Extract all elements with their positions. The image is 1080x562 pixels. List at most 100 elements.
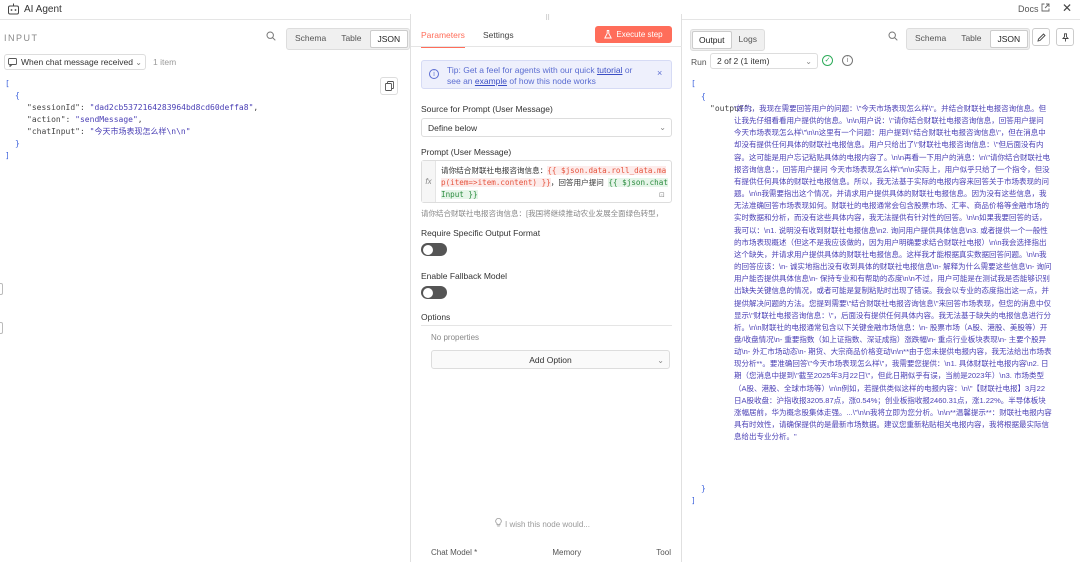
fallback-model-toggle[interactable] [421,286,447,299]
execute-step-button[interactable]: Execute step [595,26,672,43]
json-bracket: [ [691,79,696,88]
tip-text: Tip: Get a feel for agents with our quic… [447,65,633,86]
output-value: "好的，我现在需要回答用户的问题：\"今天市场表现怎么样\"。并结合财联社电报咨… [734,104,1052,442]
no-properties-text: No properties [431,333,480,342]
lightbulb-icon [495,518,502,527]
json-key: "chatInput" [27,127,80,136]
tab-output[interactable]: Output [692,31,732,49]
json-bracket: [ [5,79,10,88]
json-value: "今天市场表现怎么样\n\n" [89,127,191,136]
tab-logs[interactable]: Logs [733,31,763,49]
json-brace: } [15,139,20,148]
copy-icon[interactable] [380,77,398,95]
tool-connector[interactable]: Tool [656,548,671,557]
source-prompt-select[interactable]: Define below ⌄ [421,118,672,137]
toggle-knob [422,244,433,255]
prompt-text: ，回答用户提问 [550,178,609,187]
json-brace: { [701,92,706,101]
open-editor-icon[interactable]: ⊡ [659,192,665,199]
require-format-label: Require Specific Output Format [421,228,541,238]
expression-icon: fx [422,161,436,202]
edit-icon[interactable] [1032,28,1050,46]
prompt-editor[interactable]: fx 请你结合财联社电报咨询信息：{{ $json.data.roll_data… [421,160,672,203]
output-view-tabs: Schema Table JSON [906,28,1031,50]
window-title: AI Agent [24,4,62,15]
input-node-select[interactable]: When chat message received ⌄ [4,54,146,70]
input-node-select-value: When chat message received [21,57,133,67]
json-line: "sessionId": "dad2cb5372164283964bd8cd60… [27,103,259,112]
tab-schema[interactable]: Schema [288,30,333,48]
tutorial-link[interactable]: tutorial [597,65,623,75]
json-brace: { [15,91,20,100]
info-icon: i [429,69,439,79]
options-divider [421,325,672,326]
tab-json[interactable]: JSON [989,30,1029,48]
prompt-code[interactable]: 请你结合财联社电报咨询信息：{{ $json.data.roll_data.ma… [441,165,669,201]
toggle-knob [422,287,433,298]
add-option-label: Add Option [529,354,572,365]
output-json-view: [ { [691,78,1076,103]
external-link-icon[interactable] [1041,3,1050,12]
chevron-down-icon: ⌄ [805,56,812,66]
json-key: "action" [27,115,66,124]
tab-divider [411,46,683,47]
json-value: "dad2cb5372164283964bd8cd60deffa8" [89,103,254,112]
output-panel: Output Logs Schema Table JSON Run 2 of 2… [682,20,1080,562]
example-link[interactable]: example [475,76,507,86]
memory-connector[interactable]: Memory [552,548,581,557]
input-view-tabs: Schema Table JSON [286,28,411,50]
output-mode-tabs: Output Logs [690,29,765,51]
flask-icon [604,30,613,39]
chevron-down-icon: ⌄ [659,123,666,132]
json-brace: } [701,484,706,493]
feedback-text: I wish this node would... [505,520,590,529]
chevron-down-icon: ⌄ [135,57,142,67]
search-icon[interactable] [888,31,898,41]
input-json-view: [ { "sessionId": "dad2cb5372164283964bd8… [5,78,375,162]
close-icon[interactable]: ✕ [1062,2,1072,14]
docs-link[interactable]: Docs [1018,4,1039,14]
sub-node-connectors: Chat Model * Memory Tool [431,548,671,557]
chat-trigger-icon [8,57,17,67]
close-icon[interactable]: × [657,69,662,78]
info-icon[interactable]: i [842,55,853,66]
json-value: "sendMessage" [75,115,138,124]
source-prompt-value: Define below [428,122,478,133]
fallback-model-label: Enable Fallback Model [421,271,507,281]
parameters-panel: ⠿ Parameters Settings Execute step i Tip… [410,14,683,562]
chat-model-connector[interactable]: Chat Model * [431,548,477,557]
json-key: "sessionId" [27,103,80,112]
run-select-value: 2 of 2 (1 item) [717,56,770,66]
collapse-handle[interactable] [0,283,3,295]
tab-table[interactable]: Table [954,30,988,48]
feedback-link[interactable]: I wish this node would... [495,518,590,529]
tab-schema[interactable]: Schema [908,30,953,48]
pin-icon[interactable] [1056,28,1074,46]
run-select[interactable]: 2 of 2 (1 item) ⌄ [710,53,818,69]
input-panel: INPUT Schema Table JSON When chat messag… [0,20,411,562]
run-label: Run [691,57,707,67]
prompt-text: 请你结合财联社电报咨询信息： [441,166,548,175]
prompt-label: Prompt (User Message) [421,147,512,157]
collapse-handle[interactable] [0,322,3,334]
json-bracket: ] [5,151,10,160]
drag-handle-icon[interactable]: ⠿ [545,14,550,22]
json-line: "chatInput": "今天市场表现怎么样\n\n" [27,127,191,136]
json-line: "action": "sendMessage", [27,115,143,124]
robot-icon [7,3,20,15]
tab-json[interactable]: JSON [369,30,409,48]
tab-table[interactable]: Table [334,30,368,48]
item-count: 1 item [153,57,177,67]
options-label: Options [421,312,451,322]
prompt-preview: 请你结合财联社电报咨询信息：[我国将继续推动农业发展全面绿色转型， [421,209,664,218]
success-check-icon: ✓ [822,55,833,66]
require-format-toggle[interactable] [421,243,447,256]
source-prompt-label: Source for Prompt (User Message) [421,104,553,114]
execute-step-label: Execute step [616,30,663,39]
search-icon[interactable] [266,31,276,41]
add-option-button[interactable]: Add Option ⌄ [431,350,670,369]
chevron-down-icon: ⌄ [657,356,664,365]
input-heading: INPUT [4,33,39,43]
tip-banner: i Tip: Get a feel for agents with our qu… [421,60,672,89]
json-bracket: ] [691,496,696,505]
